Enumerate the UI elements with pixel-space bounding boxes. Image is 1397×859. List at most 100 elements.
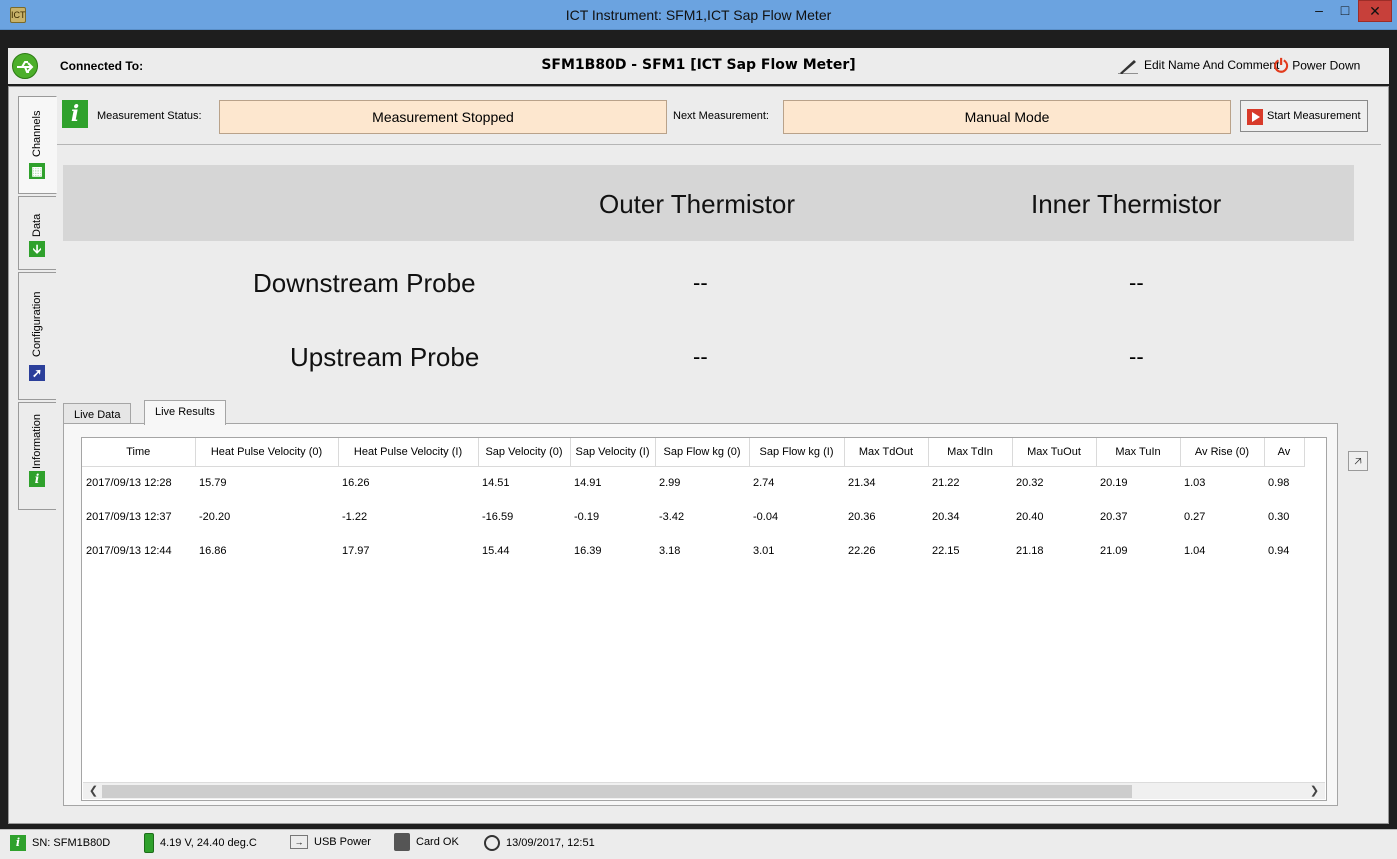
column-header[interactable]: Max TdOut [844, 438, 929, 467]
table-cell: 0.98 [1268, 477, 1290, 490]
power-down-button[interactable]: ⏻ Power Down [1274, 56, 1360, 77]
table-cell: 1.03 [1184, 477, 1206, 490]
column-header[interactable]: Sap Velocity (0) [478, 438, 571, 467]
info-icon: i [10, 835, 26, 851]
column-header[interactable]: Time [82, 438, 196, 467]
table-header-row: Time Heat Pulse Velocity (0) Heat Pulse Ve… [82, 438, 1305, 467]
usb-icon: → [290, 835, 308, 849]
table-cell: 1.04 [1184, 545, 1206, 557]
tab-configuration[interactable]: Configuration ➚ [18, 272, 56, 400]
connection-bar: Connected To: SFM1B80D - SFM1 [ICT Sap F… [8, 48, 1389, 84]
column-header[interactable]: Av Rise (0) [1180, 438, 1265, 467]
downstream-inner-value: -- [1129, 270, 1144, 295]
table-cell: 17.97 [342, 545, 370, 557]
battery-icon [144, 833, 154, 853]
edit-name-button[interactable]: Edit Name And Comment [1118, 58, 1279, 75]
wrench-icon: ➚ [29, 365, 45, 381]
clock-icon [484, 835, 500, 851]
start-measurement-label: Start Measurement [1267, 110, 1361, 122]
table-cell: 14.91 [574, 477, 602, 490]
upstream-inner-value: -- [1129, 344, 1144, 369]
popout-button[interactable]: 🡥 [1348, 451, 1368, 471]
info-icon: i [62, 100, 88, 128]
column-header[interactable]: Max TuIn [1096, 438, 1181, 467]
play-icon [1247, 109, 1263, 125]
table-cell: 20.19 [1100, 477, 1128, 490]
table-cell: 2017/09/13 12:37 [86, 511, 172, 523]
scroll-right-icon[interactable]: ❯ [1306, 783, 1323, 800]
table-cell: 16.26 [342, 477, 370, 490]
table-cell: -1.22 [342, 511, 368, 523]
table-cell: 2.74 [753, 477, 775, 490]
table-cell: 2.99 [659, 477, 681, 490]
status-bar: i SN: SFM1B80D 4.19 V, 24.40 deg.C → USB P… [0, 829, 1397, 859]
column-header[interactable]: Max TdIn [928, 438, 1013, 467]
battery-text: 4.19 V, 24.40 deg.C [160, 836, 257, 849]
serial-number-text: SN: SFM1B80D [32, 836, 111, 849]
serial-number: i SN: SFM1B80D [10, 835, 110, 851]
window-title: ICT Instrument: SFM1,ICT Sap Flow Meter [565, 7, 832, 23]
date-time-text: 13/09/2017, 12:51 [506, 836, 595, 849]
table-cell: 20.34 [932, 511, 960, 523]
downstream-outer-value: -- [693, 270, 708, 295]
table-cell: 0.30 [1268, 511, 1290, 523]
table-cell: 21.22 [932, 477, 960, 490]
tab-information[interactable]: Information i [18, 402, 56, 510]
table-body: 2017/09/13 12:28 15.79 16.26 14.51 14.91 2.99… [82, 466, 1304, 568]
battery-status: 4.19 V, 24.40 deg.C [144, 833, 257, 853]
measurement-status-value: Measurement Stopped [219, 100, 667, 134]
tab-live-data[interactable]: Live Data [63, 403, 132, 424]
live-results-panel: Time Heat Pulse Velocity (0) Heat Pulse Ve… [63, 423, 1338, 806]
column-header[interactable]: Av [1264, 438, 1305, 467]
scroll-thumb[interactable] [102, 785, 1132, 798]
column-header[interactable]: Sap Flow kg (I) [749, 438, 845, 467]
date-time: 13/09/2017, 12:51 [484, 835, 595, 851]
power-source: → USB Power [290, 835, 371, 849]
table-row[interactable]: 2017/09/13 12:37 -20.20 -1.22 -16.59 -0.19 -3… [82, 500, 1304, 534]
minimize-button[interactable]: – [1306, 0, 1332, 22]
card-status: Card OK [394, 833, 459, 851]
tab-information-label: Information [31, 413, 43, 469]
tab-channels-label: Channels [31, 110, 43, 157]
table-cell: 21.18 [1016, 545, 1044, 557]
tab-live-results[interactable]: Live Results [144, 400, 226, 425]
close-button[interactable]: ✕ [1358, 0, 1392, 22]
pencil-icon [1118, 60, 1138, 75]
table-cell: 0.27 [1184, 511, 1206, 523]
table-cell: -16.59 [482, 511, 514, 523]
measurement-row: i Measurement Status: Measurement Stoppe… [57, 96, 1381, 136]
table-cell: 3.01 [753, 545, 775, 557]
power-down-label: Power Down [1292, 58, 1361, 73]
outer-thermistor-header: Outer Thermistor [599, 189, 796, 219]
table-cell: 22.15 [932, 545, 960, 557]
table-cell: 3.18 [659, 545, 681, 557]
horizontal-scrollbar[interactable]: ❮ ❯ [83, 782, 1325, 799]
results-table: Time Heat Pulse Velocity (0) Heat Pulse Ve… [82, 438, 1305, 568]
scroll-left-icon[interactable]: ❮ [85, 783, 102, 800]
column-header[interactable]: Max TuOut [1012, 438, 1097, 467]
table-cell: 20.32 [1016, 477, 1044, 490]
table-cell: 16.86 [199, 545, 227, 557]
maximize-button[interactable]: □ [1332, 0, 1358, 22]
table-cell: 2017/09/13 12:44 [86, 545, 172, 557]
results-table-container[interactable]: Time Heat Pulse Velocity (0) Heat Pulse Ve… [81, 437, 1327, 801]
table-cell: 20.40 [1016, 511, 1044, 523]
column-header[interactable]: Sap Flow kg (0) [655, 438, 750, 467]
channels-content: i Measurement Status: Measurement Stoppe… [57, 96, 1381, 814]
column-header[interactable]: Heat Pulse Velocity (I) [338, 438, 479, 467]
table-cell: 15.44 [482, 545, 510, 557]
upstream-probe-label: Upstream Probe [290, 342, 480, 372]
column-header[interactable]: Heat Pulse Velocity (0) [195, 438, 339, 467]
column-header[interactable]: Sap Velocity (I) [570, 438, 656, 467]
table-cell: 20.36 [848, 511, 876, 523]
table-row[interactable]: 2017/09/13 12:28 15.79 16.26 14.51 14.91 2.99… [82, 466, 1304, 500]
table-cell: 15.79 [199, 477, 227, 490]
table-cell: -0.04 [753, 511, 779, 523]
tab-data[interactable]: Data 🡫 [18, 196, 56, 270]
title-bar[interactable]: ICT ICT Instrument: SFM1,ICT Sap Flow Me… [0, 0, 1397, 30]
tab-channels[interactable]: Channels ▦ [18, 96, 57, 194]
start-measurement-button[interactable]: Start Measurement [1240, 100, 1368, 132]
power-source-text: USB Power [314, 835, 371, 848]
table-cell: -0.19 [574, 511, 600, 523]
table-row[interactable]: 2017/09/13 12:44 16.86 17.97 15.44 16.39 3.18… [82, 534, 1304, 568]
